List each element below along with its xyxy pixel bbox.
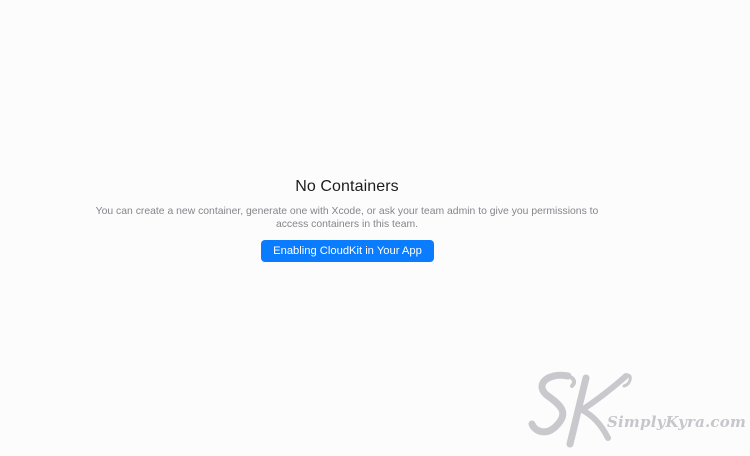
empty-state-title: No Containers [295, 178, 399, 195]
enabling-cloudkit-button[interactable]: Enabling CloudKit in Your App [261, 240, 434, 262]
watermark-text: SimplyKyra.com [607, 413, 747, 431]
empty-state-description: You can create a new container, generate… [95, 206, 599, 230]
watermark-logo-icon [528, 371, 632, 448]
